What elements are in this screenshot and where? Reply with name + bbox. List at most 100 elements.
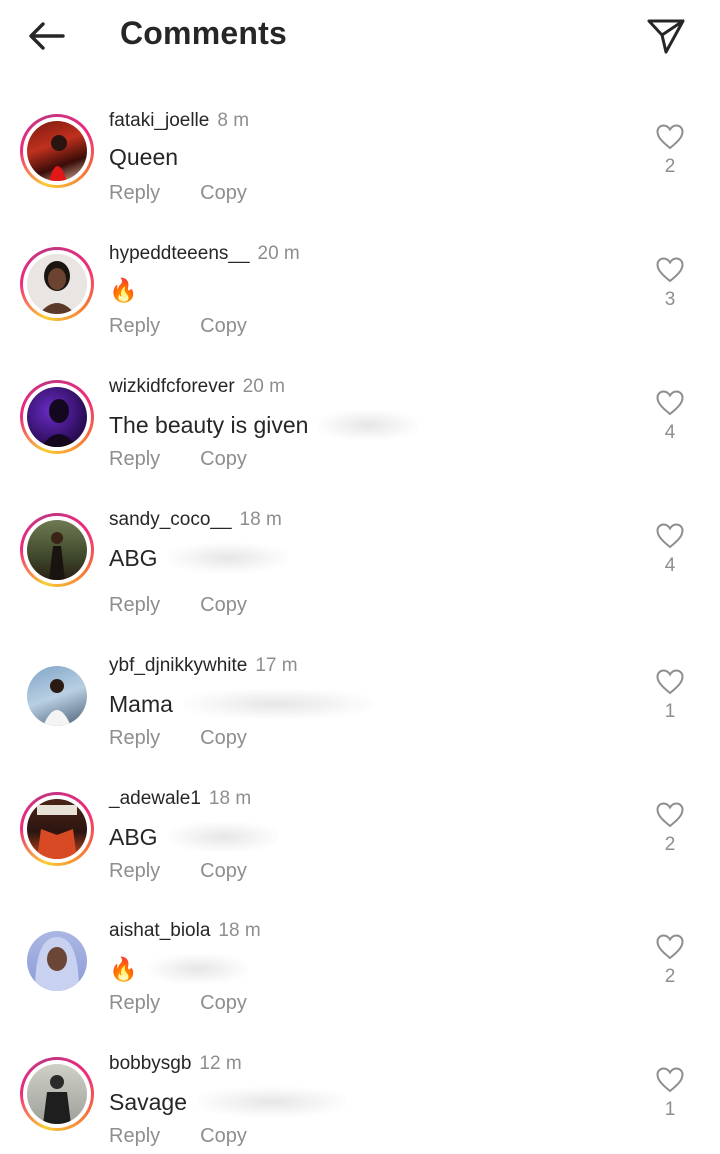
heart-icon (656, 669, 684, 695)
comment-body: ABG (109, 823, 158, 850)
username[interactable]: fataki_joelle (109, 110, 209, 131)
like-button[interactable]: 1 (650, 1067, 690, 1121)
comment-item: bobbysgb 12 m Savage Reply Copy 1 (0, 1053, 720, 1154)
comment-body: The beauty is given (109, 411, 309, 438)
comment-meta: fataki_joelle 8 m (109, 110, 249, 132)
comment-actions: Reply Copy (109, 594, 247, 617)
like-count: 2 (664, 156, 676, 177)
redacted-text (167, 543, 288, 573)
timestamp: 20 m (257, 243, 300, 264)
comment-actions: Reply Copy (109, 727, 247, 750)
username[interactable]: sandy_coco__ (109, 509, 232, 530)
comment-body: 🔥 (109, 277, 138, 303)
username[interactable]: hypeddteeens__ (109, 243, 250, 264)
timestamp: 17 m (255, 655, 298, 676)
comment-meta: sandy_coco__ 18 m (109, 509, 282, 531)
arrow-left-icon (29, 22, 65, 50)
timestamp: 8 m (217, 110, 250, 131)
comment-text: ABG (109, 822, 278, 852)
copy-button[interactable]: Copy (200, 860, 247, 882)
reply-button[interactable]: Reply (109, 992, 160, 1014)
comment-text: Savage (109, 1087, 348, 1117)
username[interactable]: aishat_biola (109, 920, 210, 941)
comment-body: 🔥 (109, 955, 138, 982)
share-button[interactable] (642, 12, 690, 60)
like-button[interactable]: 2 (650, 802, 690, 856)
comment-text: ABG (109, 543, 288, 573)
copy-button[interactable]: Copy (200, 448, 247, 470)
like-button[interactable]: 4 (650, 523, 690, 577)
heart-icon (656, 390, 684, 416)
like-count: 1 (664, 701, 676, 722)
reply-button[interactable]: Reply (109, 315, 160, 337)
comment-text: 🔥 (109, 954, 248, 984)
like-count: 2 (664, 966, 676, 987)
username[interactable]: bobbysgb (109, 1053, 191, 1074)
username[interactable]: ybf_djnikkywhite (109, 655, 247, 676)
like-button[interactable]: 4 (650, 390, 690, 444)
like-count: 1 (664, 1099, 676, 1120)
back-button[interactable] (22, 14, 70, 58)
copy-button[interactable]: Copy (200, 727, 247, 749)
redacted-text (147, 954, 248, 984)
avatar[interactable] (20, 380, 94, 454)
avatar[interactable] (20, 513, 94, 587)
comment-actions: Reply Copy (109, 182, 247, 205)
avatar[interactable] (20, 247, 94, 321)
like-count: 4 (664, 422, 676, 443)
copy-button[interactable]: Copy (200, 594, 247, 616)
redacted-text (197, 1087, 348, 1117)
comment-text: The beauty is given (109, 410, 419, 440)
paper-plane-icon (647, 19, 685, 54)
reply-button[interactable]: Reply (109, 1125, 160, 1147)
comment-item: _adewale1 18 m ABG Reply Copy 2 (0, 788, 720, 908)
reply-button[interactable]: Reply (109, 860, 160, 882)
comment-item: wizkidfcforever 20 m The beauty is given … (0, 376, 720, 496)
avatar[interactable] (20, 659, 94, 733)
comment-meta: aishat_biola 18 m (109, 920, 261, 942)
comment-actions: Reply Copy (109, 315, 247, 338)
reply-button[interactable]: Reply (109, 594, 160, 616)
comment-meta: hypeddteeens__ 20 m (109, 243, 300, 265)
copy-button[interactable]: Copy (200, 1125, 247, 1147)
avatar[interactable] (20, 1057, 94, 1131)
reply-button[interactable]: Reply (109, 182, 160, 204)
like-button[interactable]: 2 (650, 124, 690, 178)
like-count: 3 (664, 289, 676, 310)
comment-actions: Reply Copy (109, 992, 247, 1015)
like-count: 4 (664, 555, 676, 576)
comment-text: Queen (109, 144, 178, 171)
timestamp: 12 m (199, 1053, 242, 1074)
comment-item: ybf_djnikkywhite 17 m Mama Reply Copy 1 (0, 655, 720, 775)
comment-item: aishat_biola 18 m 🔥 Reply Copy 2 (0, 920, 720, 1040)
like-button[interactable]: 2 (650, 934, 690, 988)
redacted-text (167, 822, 278, 852)
comment-item: sandy_coco__ 18 m ABG Reply Copy 4 (0, 509, 720, 629)
avatar[interactable] (20, 792, 94, 866)
avatar[interactable] (20, 114, 94, 188)
heart-icon (656, 257, 684, 283)
comment-item: hypeddteeens__ 20 m 🔥 Reply Copy 3 (0, 243, 720, 363)
comment-text: Mama (109, 689, 373, 719)
comment-text: 🔥 (109, 277, 138, 304)
username[interactable]: _adewale1 (109, 788, 201, 809)
header: Comments (0, 0, 720, 72)
comment-item: fataki_joelle 8 m Queen Reply Copy 2 (0, 110, 720, 230)
comment-meta: bobbysgb 12 m (109, 1053, 242, 1075)
copy-button[interactable]: Copy (200, 992, 247, 1014)
heart-icon (656, 1067, 684, 1093)
like-button[interactable]: 3 (650, 257, 690, 311)
avatar[interactable] (20, 924, 94, 998)
heart-icon (656, 523, 684, 549)
copy-button[interactable]: Copy (200, 182, 247, 204)
comment-actions: Reply Copy (109, 1125, 247, 1148)
comment-body: Queen (109, 144, 179, 170)
reply-button[interactable]: Reply (109, 727, 160, 749)
username[interactable]: wizkidfcforever (109, 376, 235, 397)
comment-meta: _adewale1 18 m (109, 788, 251, 810)
comment-actions: Reply Copy (109, 448, 247, 471)
reply-button[interactable]: Reply (109, 448, 160, 470)
like-button[interactable]: 1 (650, 669, 690, 723)
like-count: 2 (664, 834, 676, 855)
copy-button[interactable]: Copy (200, 315, 247, 337)
